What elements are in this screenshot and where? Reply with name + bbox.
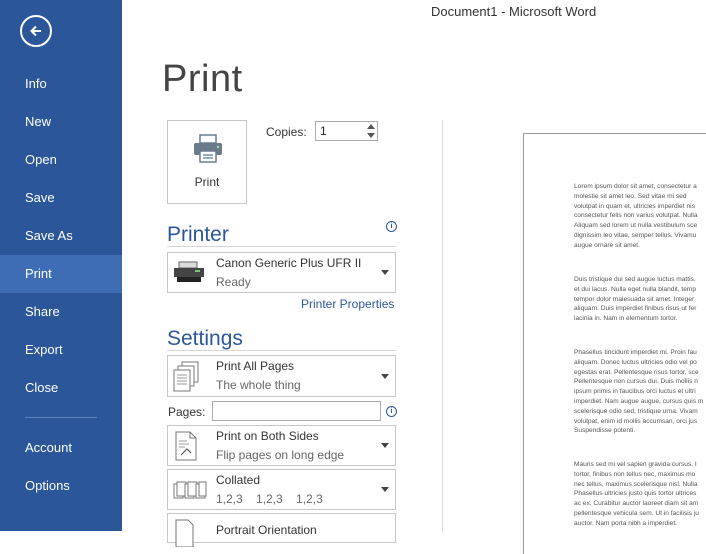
- orientation-title: Portrait Orientation: [216, 523, 317, 537]
- pages-input[interactable]: [212, 401, 381, 421]
- print-button-label: Print: [194, 175, 220, 189]
- printer-icon: [194, 134, 222, 163]
- nav-save-as[interactable]: Save As: [0, 217, 122, 255]
- print-button[interactable]: Print: [167, 120, 247, 204]
- copies-decrement-button[interactable]: [367, 133, 375, 138]
- chevron-down-icon: [381, 487, 389, 492]
- printer-heading: Printer: [167, 223, 229, 246]
- nav-share[interactable]: Share: [0, 293, 122, 331]
- copies-increment-button[interactable]: [367, 124, 375, 129]
- printer-heading-underline: [167, 246, 396, 247]
- duplex-subtitle: Flip pages on long edge: [216, 448, 345, 462]
- copies-label: Copies:: [266, 125, 307, 139]
- collation-title: Collated: [216, 473, 261, 487]
- duplex-dropdown[interactable]: Print on Both Sides Flip pages on long e…: [167, 425, 396, 466]
- settings-heading-underline: [167, 350, 396, 351]
- printer-name: Canon Generic Plus UFR II: [216, 256, 362, 270]
- nav-divider: [25, 417, 97, 418]
- copies-input[interactable]: 1: [315, 121, 378, 141]
- preview-paragraph: Mauris sed mi vel sapien gravida cursus.…: [574, 461, 699, 527]
- chevron-down-icon: [381, 443, 389, 448]
- preview-paragraph: Duis tristique dui sed augue luctus matt…: [574, 276, 697, 323]
- print-pages-title: Print All Pages: [216, 359, 295, 373]
- duplex-icon: [175, 431, 197, 461]
- info-icon[interactable]: i: [386, 221, 397, 232]
- pages-label: Pages:: [168, 405, 206, 419]
- nav-new[interactable]: New: [0, 103, 122, 141]
- duplex-title: Print on Both Sides: [216, 429, 319, 443]
- pages-stack-icon: [173, 361, 199, 392]
- chevron-down-icon: [381, 270, 389, 275]
- nav-print[interactable]: Print: [0, 255, 122, 293]
- backstage-sidebar: Info New Open Save Save As Print Share E…: [0, 0, 122, 531]
- page-title: Print: [162, 58, 243, 100]
- collation-dropdown[interactable]: Collated 1,2,3 1,2,3 1,2,3: [167, 469, 396, 510]
- back-button[interactable]: [20, 15, 52, 47]
- copies-value: 1: [320, 124, 327, 138]
- collation-subtitle: 1,2,3 1,2,3 1,2,3: [216, 492, 323, 506]
- print-pages-subtitle: The whole thing: [216, 378, 301, 392]
- window-title: Document1 - Microsoft Word: [431, 4, 597, 19]
- printer-device-icon: [174, 261, 204, 282]
- settings-heading: Settings: [167, 327, 243, 350]
- nav-save[interactable]: Save: [0, 179, 122, 217]
- collated-icon: [173, 481, 207, 499]
- portrait-icon: [175, 519, 194, 547]
- nav-close[interactable]: Close: [0, 369, 122, 407]
- printer-status: Ready: [216, 275, 251, 289]
- nav-open[interactable]: Open: [0, 141, 122, 179]
- nav-account[interactable]: Account: [0, 429, 122, 467]
- print-pages-dropdown[interactable]: Print All Pages The whole thing: [167, 355, 396, 397]
- orientation-dropdown[interactable]: Portrait Orientation: [167, 513, 396, 547]
- chevron-down-icon: [381, 374, 389, 379]
- printer-dropdown[interactable]: Canon Generic Plus UFR II Ready: [167, 252, 396, 293]
- preview-paragraph: Lorem ipsum dolor sit amet, consectetur …: [574, 183, 698, 249]
- arrow-left-circle-icon: [30, 25, 41, 37]
- printer-properties-link[interactable]: Printer Properties: [301, 297, 394, 311]
- info-icon[interactable]: i: [386, 406, 397, 417]
- nav-export[interactable]: Export: [0, 331, 122, 369]
- nav-options[interactable]: Options: [0, 467, 122, 505]
- preview-paragraph: Phasellus tincidunt imperdiet mi. Proin …: [574, 349, 704, 435]
- nav-info[interactable]: Info: [0, 65, 122, 103]
